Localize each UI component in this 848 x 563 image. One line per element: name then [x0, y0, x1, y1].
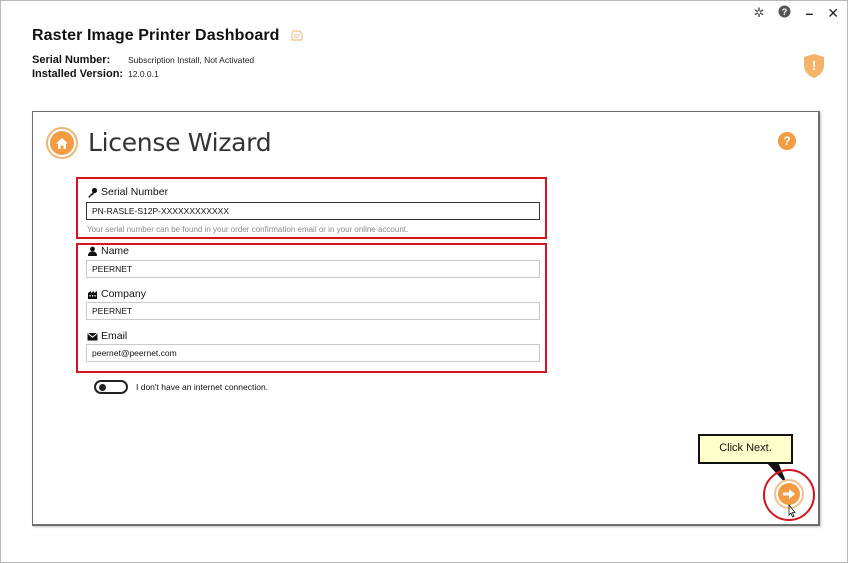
app-title: Raster Image Printer Dashboard: [32, 27, 280, 44]
name-field-text: Name: [101, 245, 130, 257]
click-next-callout: Click Next.: [698, 434, 793, 464]
window-controls: ✲ ? – ✕: [754, 5, 839, 21]
offline-toggle-label: I don't have an internet connection.: [136, 382, 269, 392]
settings-icon[interactable]: ✲: [754, 6, 765, 20]
printer-logo-icon: [290, 30, 303, 41]
installed-version-info: Installed Version: 12.0.0.1: [32, 68, 159, 80]
company-field-label: Company: [87, 288, 146, 300]
warning-shield-icon[interactable]: !: [803, 53, 825, 79]
svg-text:!: !: [812, 58, 816, 73]
toggle-knob: [99, 384, 106, 391]
wizard-title: License Wizard: [88, 128, 272, 157]
offline-toggle-row: I don't have an internet connection.: [94, 380, 268, 394]
key-icon: [88, 187, 98, 197]
minimize-button[interactable]: –: [805, 6, 813, 20]
envelope-icon: [87, 332, 98, 340]
close-button[interactable]: ✕: [827, 6, 839, 20]
installed-version-value: 12.0.0.1: [128, 69, 159, 79]
email-field-label: Email: [87, 330, 127, 342]
app-title-row: Raster Image Printer Dashboard: [32, 27, 304, 45]
serial-number-info: Serial Number: Subscription Install, Not…: [32, 54, 254, 66]
serial-number-hint: Your serial number can be found in your …: [87, 225, 409, 234]
svg-text:?: ?: [782, 7, 788, 17]
arrow-right-icon: [778, 483, 800, 505]
name-field-label: Name: [87, 245, 129, 257]
serial-number-label: Serial Number:: [32, 54, 111, 66]
serial-number-value: Subscription Install, Not Activated: [128, 55, 255, 65]
help-icon[interactable]: ?: [778, 5, 791, 21]
serial-number-field-text: Serial Number: [101, 186, 169, 198]
wizard-help-button[interactable]: ?: [778, 132, 796, 150]
serial-number-field-label: Serial Number: [87, 186, 168, 198]
email-input[interactable]: peernet@peernet.com: [86, 344, 540, 362]
app-window: ✲ ? – ✕ Raster Image Printer Dashboard S…: [0, 0, 848, 563]
building-icon: [88, 290, 97, 299]
mouse-cursor-icon: [788, 504, 796, 518]
installed-version-label: Installed Version:: [32, 68, 124, 80]
license-wizard-panel: License Wizard ? Serial Number PN-RASLE-…: [32, 111, 820, 526]
serial-number-input[interactable]: PN-RASLE-S12P-XXXXXXXXXXXX: [86, 202, 540, 220]
offline-toggle[interactable]: [94, 380, 128, 394]
home-button[interactable]: [46, 127, 78, 159]
home-icon: [50, 131, 74, 155]
company-field-text: Company: [101, 288, 146, 300]
email-field-text: Email: [101, 330, 128, 342]
person-icon: [88, 246, 97, 256]
company-input[interactable]: PEERNET: [86, 302, 540, 320]
name-input[interactable]: PEERNET: [86, 260, 540, 278]
